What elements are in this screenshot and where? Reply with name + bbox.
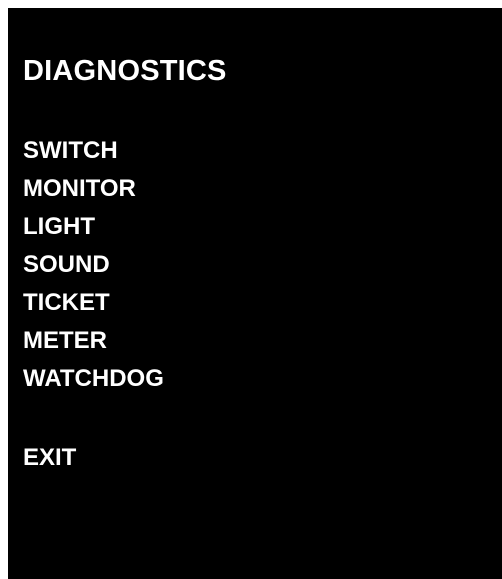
menu-item-monitor[interactable]: MONITOR (23, 170, 164, 208)
menu-item-meter[interactable]: METER (23, 322, 164, 360)
menu-item-light[interactable]: LIGHT (23, 208, 164, 246)
menu-item-watchdog[interactable]: WATCHDOG (23, 360, 164, 398)
menu-item-sound[interactable]: SOUND (23, 246, 164, 284)
diagnostics-screen: DIAGNOSTICS SWITCH MONITOR LIGHT SOUND T… (8, 8, 502, 579)
diagnostics-menu: SWITCH MONITOR LIGHT SOUND TICKET METER … (23, 132, 164, 398)
menu-item-ticket[interactable]: TICKET (23, 284, 164, 322)
menu-item-exit[interactable]: EXIT (23, 439, 76, 477)
page-title: DIAGNOSTICS (23, 55, 227, 87)
menu-item-switch[interactable]: SWITCH (23, 132, 164, 170)
